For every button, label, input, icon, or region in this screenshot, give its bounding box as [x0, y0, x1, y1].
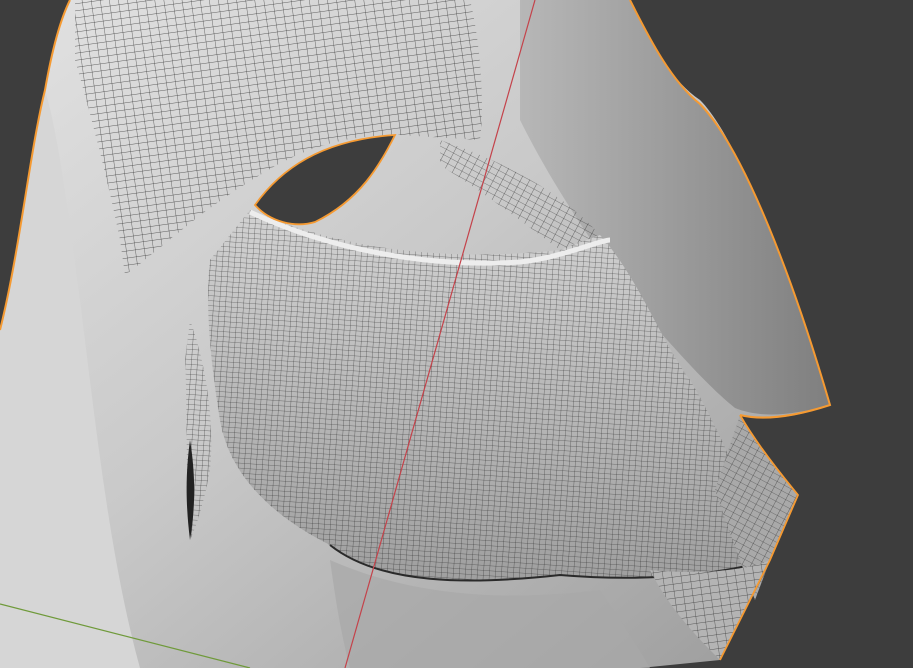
viewport-canvas[interactable] [0, 0, 913, 668]
3d-viewport[interactable] [0, 0, 913, 668]
